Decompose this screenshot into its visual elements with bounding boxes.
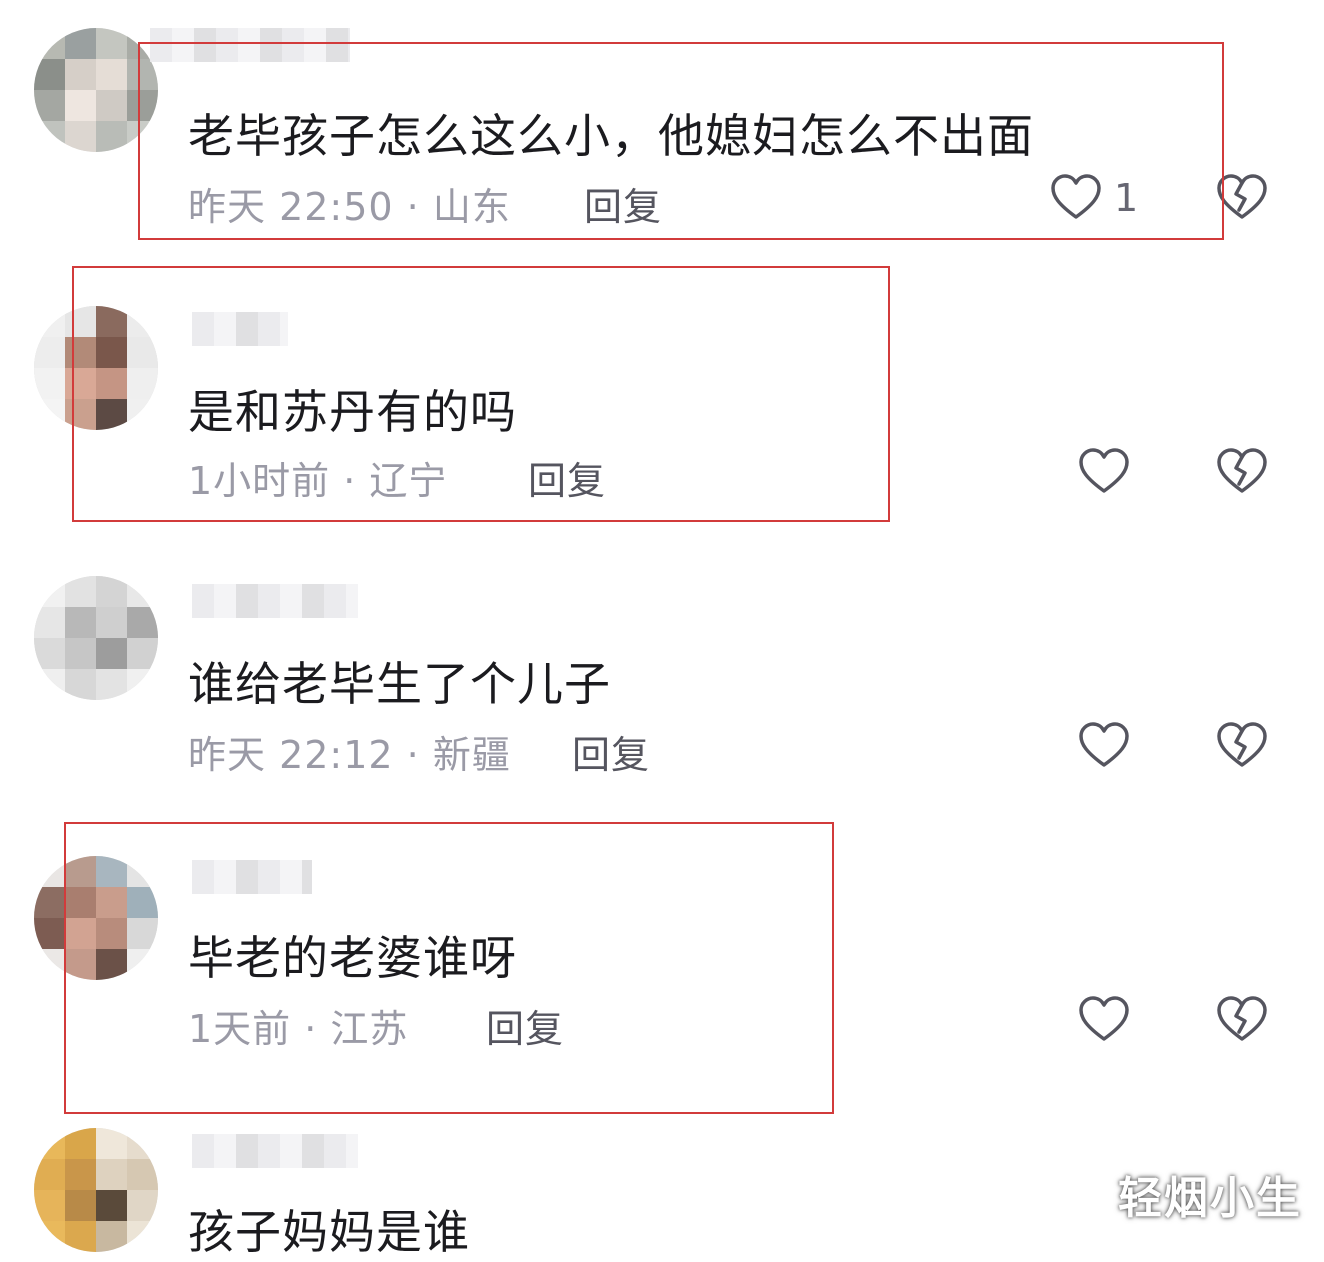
like-button[interactable]: [1076, 992, 1132, 1048]
watermark: 轻烟小生: [1118, 1173, 1302, 1224]
reply-button[interactable]: 回复: [572, 724, 650, 779]
like-button[interactable]: [1076, 444, 1132, 500]
username-blurred: [192, 584, 358, 618]
avatar[interactable]: [34, 576, 158, 700]
broken-heart-icon: [1217, 722, 1267, 767]
comment-meta: 昨天 22:12 · 新疆: [188, 733, 511, 777]
comment-text: 孩子妈妈是谁: [188, 1205, 470, 1259]
highlight-box: [138, 42, 1224, 240]
highlight-box: [72, 266, 890, 522]
dislike-button[interactable]: [1214, 718, 1270, 774]
username-blurred: [192, 1134, 358, 1168]
dislike-button[interactable]: [1214, 444, 1270, 500]
broken-heart-icon: [1217, 448, 1267, 493]
broken-heart-icon: [1217, 996, 1267, 1041]
like-button[interactable]: [1076, 718, 1132, 774]
avatar[interactable]: [34, 1128, 158, 1252]
highlight-box: [64, 822, 834, 1114]
dislike-button[interactable]: [1214, 992, 1270, 1048]
heart-outline-icon: [1079, 996, 1129, 1041]
heart-outline-icon: [1079, 448, 1129, 493]
comment-text: 谁给老毕生了个儿子: [188, 657, 611, 711]
heart-outline-icon: [1079, 722, 1129, 767]
